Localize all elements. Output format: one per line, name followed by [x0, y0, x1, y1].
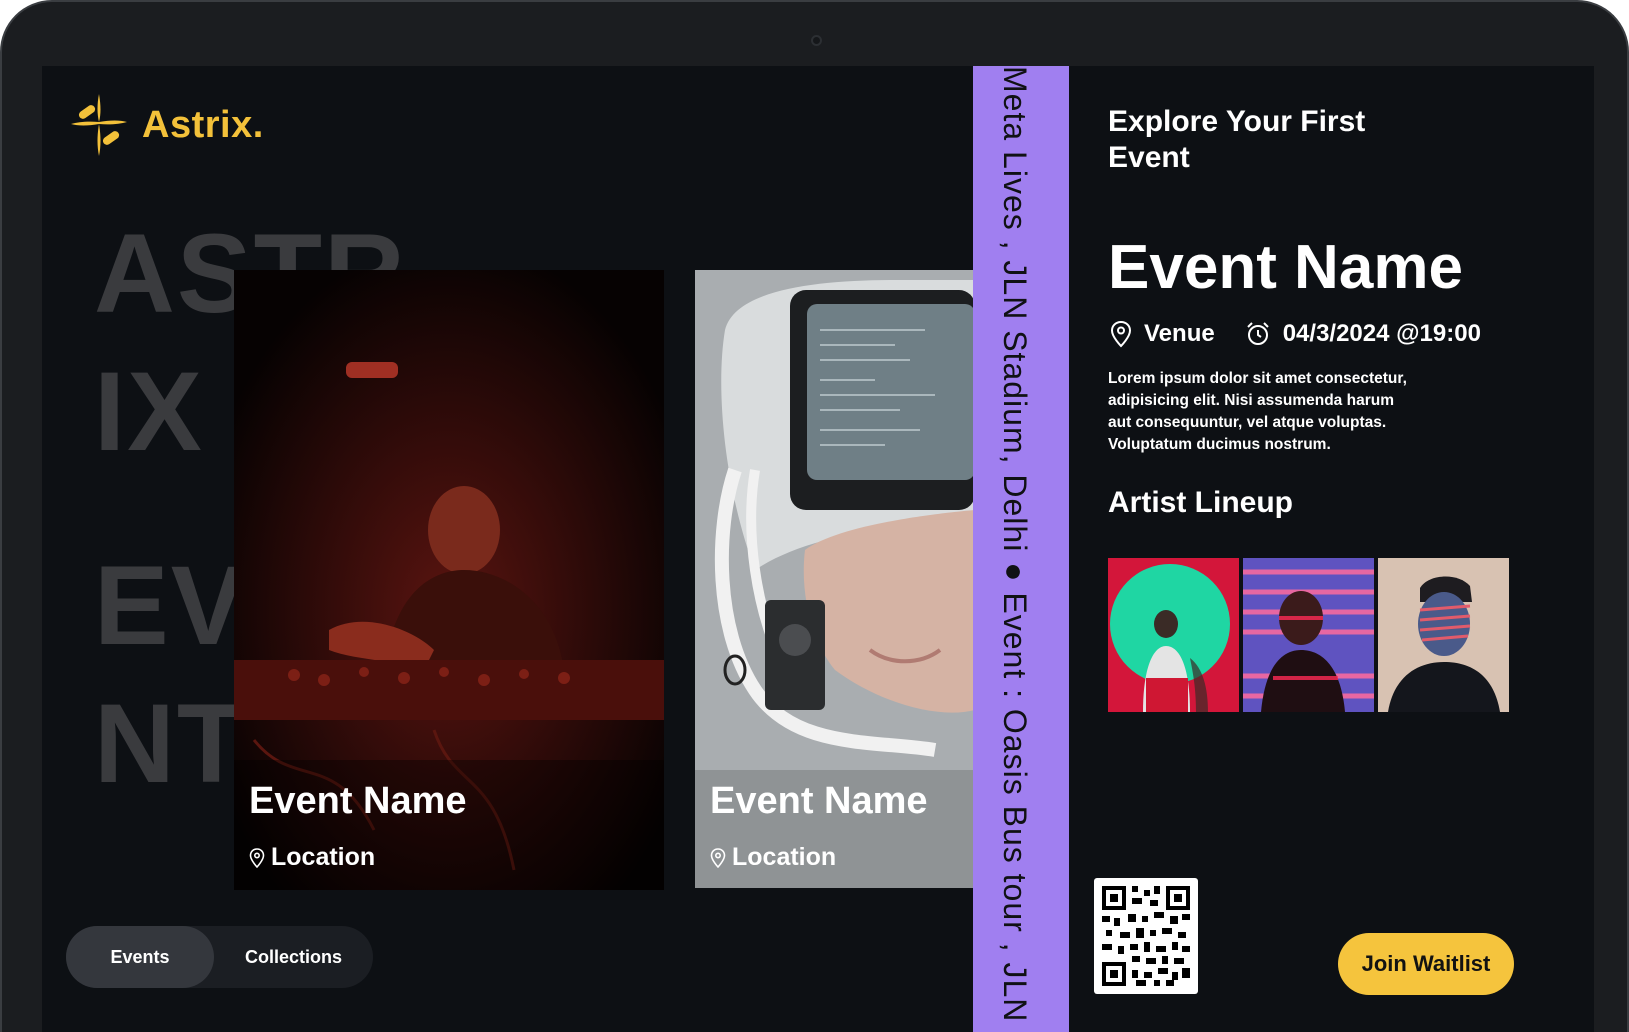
card-location: Location [249, 843, 375, 872]
laptop-frame: Astrix. ASTR IX EV NT [0, 0, 1629, 1032]
qr-code-graphic [1102, 886, 1190, 986]
card-location-text: Location [732, 843, 837, 871]
card-title: Event Name [249, 780, 467, 822]
datetime-text: 04/3/2024 @19:00 [1282, 320, 1481, 347]
tab-events[interactable]: Events [66, 926, 214, 988]
card-location: Location [710, 843, 836, 872]
app-screen: Astrix. ASTR IX EV NT [42, 66, 1594, 1032]
brand-name: Astrix. [142, 103, 264, 146]
card-title: Event Name [710, 780, 928, 822]
location-pin-icon [710, 847, 726, 868]
card-location-text: Location [271, 843, 376, 871]
event-card[interactable]: Event Name Location [234, 270, 664, 890]
artist-card[interactable] [1378, 558, 1509, 712]
event-ticker-strip: Meta Lives , JLN Stadium, Delhi ● Event … [973, 66, 1069, 1032]
artist-stay-home-neon-photo [1243, 558, 1374, 712]
event-description: Lorem ipsum dolor sit amet consectetur, … [1108, 370, 1407, 453]
artist-card[interactable] [1108, 558, 1239, 712]
background-word: EV [94, 543, 248, 668]
artist-lineup-title: Artist Lineup [1108, 486, 1293, 519]
brand[interactable]: Astrix. [70, 92, 264, 158]
location-pin-icon [249, 847, 265, 868]
join-waitlist-button[interactable]: Join Waitlist [1338, 933, 1514, 995]
location-pin-icon [1110, 320, 1132, 348]
artist-light-stripes-photo [1378, 558, 1509, 712]
event-meta: Venue 04/3/2024 @19:00 [1110, 320, 1481, 348]
event-card[interactable]: Event Name Location [695, 270, 975, 888]
background-word: IX [94, 349, 204, 474]
astrix-star-logo-icon [71, 94, 127, 156]
explore-heading: Explore Your First Event [1108, 105, 1366, 174]
ticker-text: Meta Lives , JLN Stadium, Delhi ● Event … [997, 66, 1033, 1023]
qr-code-icon[interactable] [1094, 878, 1198, 994]
view-toggle: Events Collections [66, 926, 373, 988]
artist-green-circle-photo [1108, 558, 1239, 712]
alarm-clock-icon [1246, 322, 1269, 345]
artist-card[interactable] [1243, 558, 1374, 712]
venue-text: Venue [1144, 320, 1215, 347]
camera-icon [811, 35, 822, 46]
background-word: NT [94, 681, 248, 806]
event-name-title: Event Name [1108, 233, 1463, 302]
artist-lineup [1108, 558, 1509, 712]
tab-collections[interactable]: Collections [214, 926, 373, 988]
